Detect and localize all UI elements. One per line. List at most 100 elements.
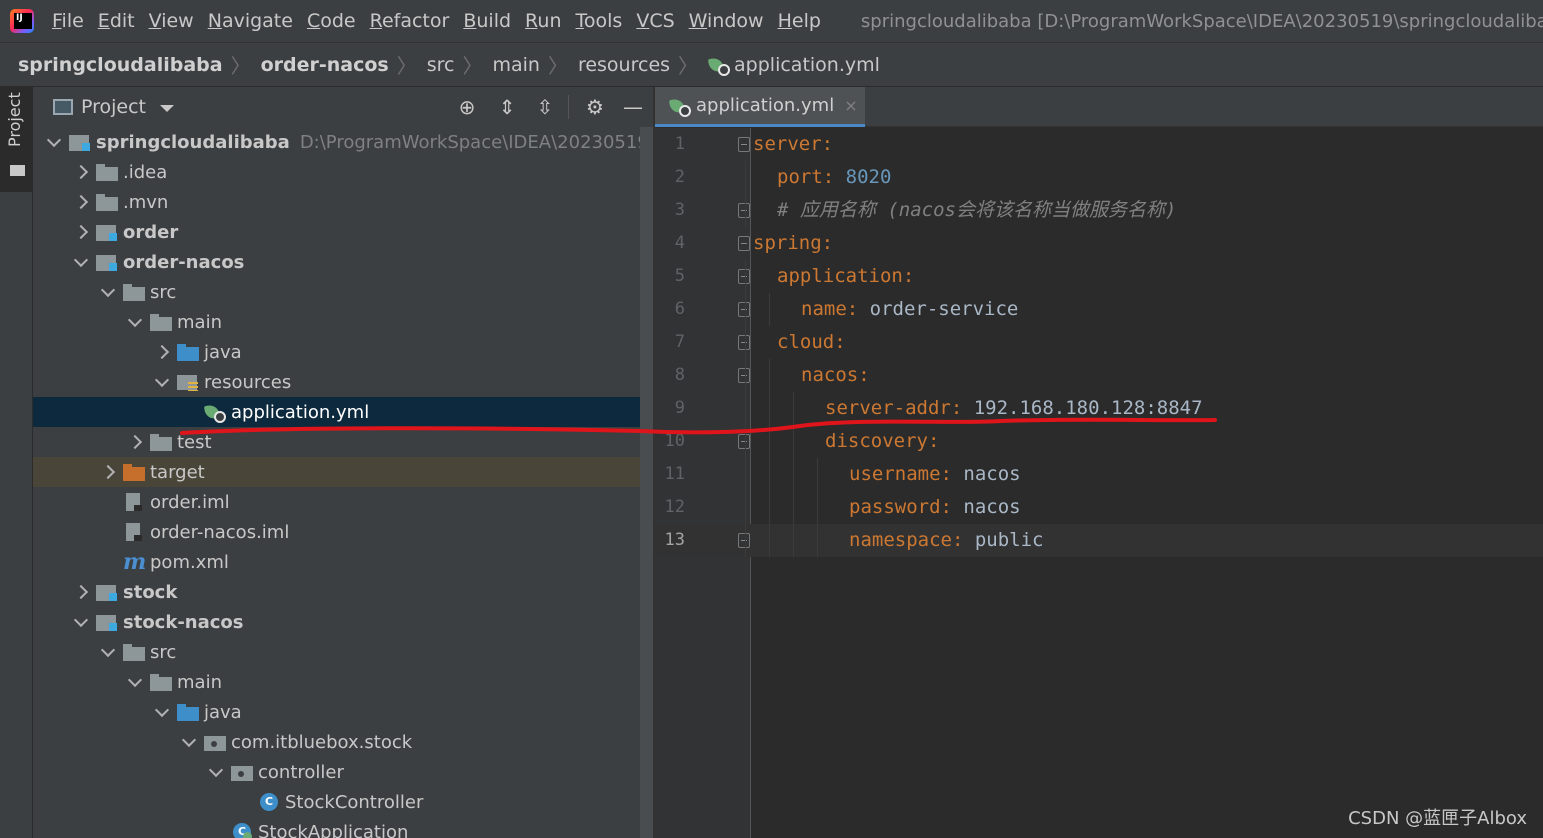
tree-node[interactable]: order.iml (33, 487, 653, 517)
chevron-down-icon[interactable] (101, 637, 115, 667)
panel-scrollbar[interactable] (640, 127, 653, 838)
fold-marker-icon[interactable] (738, 269, 750, 284)
intellij-logo-icon[interactable] (10, 9, 34, 33)
collapse-all-icon[interactable]: ⇳ (533, 95, 557, 119)
chevron-right-icon[interactable] (74, 157, 88, 187)
tree-node[interactable]: controller (33, 757, 653, 787)
tree-node[interactable]: order-nacos (33, 247, 653, 277)
fold-marker-icon[interactable] (738, 533, 750, 548)
code-line[interactable]: 7 cloud: (655, 326, 1543, 359)
chevron-right-icon[interactable] (74, 217, 88, 247)
code-line[interactable]: 12 password: nacos (655, 491, 1543, 524)
menu-help[interactable]: Help (778, 10, 821, 32)
code-line[interactable]: 5 application: (655, 260, 1543, 293)
menu-run[interactable]: Run (525, 10, 561, 32)
editor-tab-application-yml[interactable]: application.yml × (655, 87, 865, 127)
tree-node[interactable]: stock (33, 577, 653, 607)
code-line[interactable]: 3 # 应用名称 (nacos会将该名称当做服务名称) (655, 194, 1543, 227)
tree-node[interactable]: springcloudalibaba D:\ProgramWorkSpace\ID… (33, 127, 653, 157)
tree-node[interactable]: java (33, 337, 653, 367)
menu-tools[interactable]: Tools (576, 10, 623, 32)
tree-node[interactable]: application.yml (33, 397, 653, 427)
locate-file-icon[interactable]: ⊕ (455, 95, 479, 119)
gear-icon[interactable]: ⚙ (583, 95, 607, 119)
menu-navigate[interactable]: Navigate (208, 10, 293, 32)
project-tool-window-button[interactable]: Project (0, 87, 33, 192)
spring-boot-class-icon (231, 823, 253, 838)
menu-refactor[interactable]: Refactor (370, 10, 450, 32)
code-line[interactable]: 9 server-addr: 192.168.180.128:8847 (655, 392, 1543, 425)
code-line[interactable]: 6 name: order-service (655, 293, 1543, 326)
chevron-right-icon[interactable] (74, 577, 88, 607)
code-line[interactable]: 8 nacos: (655, 359, 1543, 392)
fold-marker-icon[interactable] (738, 137, 750, 152)
menu-code[interactable]: Code (307, 10, 356, 32)
chevron-right-icon[interactable] (101, 457, 115, 487)
tree-node[interactable]: resources (33, 367, 653, 397)
tree-node[interactable]: test (33, 427, 653, 457)
menu-vcs[interactable]: VCS (636, 10, 674, 32)
chevron-down-icon[interactable] (47, 127, 61, 157)
menu-build[interactable]: Build (463, 10, 511, 32)
code-line[interactable]: 4 spring: (655, 227, 1543, 260)
project-panel-title[interactable]: Project (81, 96, 146, 118)
fold-marker-icon[interactable] (738, 335, 750, 350)
tree-node[interactable]: .mvn (33, 187, 653, 217)
resources-folder-icon (177, 373, 199, 391)
breadcrumb-project[interactable]: springcloudalibaba (18, 54, 223, 76)
code-area[interactable]: 1 server: 2 port: 8020 3 # 应用名称 (nacos会将该名称当做… (655, 128, 1543, 838)
breadcrumb-file[interactable]: application.yml (734, 54, 880, 76)
chevron-right-icon[interactable] (155, 337, 169, 367)
breadcrumb-module[interactable]: order-nacos (261, 54, 389, 76)
tree-node[interactable]: main (33, 307, 653, 337)
chevron-down-icon[interactable] (182, 727, 196, 757)
fold-marker-icon[interactable] (738, 302, 750, 317)
chevron-right-icon[interactable] (128, 427, 142, 457)
menu-edit[interactable]: Edit (98, 10, 135, 32)
fold-marker-icon[interactable] (738, 368, 750, 383)
chevron-down-icon[interactable] (101, 277, 115, 307)
tree-node[interactable]: .idea (33, 157, 653, 187)
fold-marker-icon[interactable] (738, 236, 750, 251)
code-line[interactable]: 1 server: (655, 128, 1543, 161)
menu-window[interactable]: Window (689, 10, 764, 32)
tree-node[interactable]: order-nacos.iml (33, 517, 653, 547)
chevron-down-icon[interactable] (160, 105, 175, 112)
chevron-down-icon[interactable] (74, 607, 88, 637)
iml-file-icon (123, 493, 145, 511)
expand-all-icon[interactable]: ⇕ (495, 95, 519, 119)
fold-marker-icon[interactable] (738, 203, 750, 218)
tree-node[interactable]: target (33, 457, 653, 487)
tree-node[interactable]: src (33, 277, 653, 307)
chevron-down-icon[interactable] (155, 697, 169, 727)
chevron-down-icon[interactable] (155, 367, 169, 397)
chevron-down-icon[interactable] (128, 307, 142, 337)
tree-node[interactable]: main (33, 667, 653, 697)
tree-node[interactable]: StockController (33, 787, 653, 817)
close-icon[interactable]: × (844, 96, 857, 115)
chevron-right-icon[interactable] (74, 187, 88, 217)
tree-node[interactable]: src (33, 637, 653, 667)
tree-node[interactable]: java (33, 697, 653, 727)
code-line[interactable]: 2 port: 8020 (655, 161, 1543, 194)
chevron-down-icon[interactable] (128, 667, 142, 697)
maven-icon: m (123, 549, 147, 575)
code-line[interactable]: 11 username: nacos (655, 458, 1543, 491)
tree-node[interactable]: order (33, 217, 653, 247)
chevron-down-icon[interactable] (74, 247, 88, 277)
indent-guide (769, 359, 770, 392)
breadcrumb-main[interactable]: main (492, 54, 539, 76)
menu-view[interactable]: View (149, 10, 194, 32)
chevron-down-icon[interactable] (209, 757, 223, 787)
menu-file[interactable]: File (52, 10, 84, 32)
tree-node[interactable]: com.itbluebox.stock (33, 727, 653, 757)
code-line[interactable]: 10 discovery: (655, 425, 1543, 458)
tree-node[interactable]: stock-nacos (33, 607, 653, 637)
hide-panel-icon[interactable]: — (621, 95, 645, 119)
breadcrumb-src[interactable]: src (427, 54, 455, 76)
fold-marker-icon[interactable] (738, 434, 750, 449)
tree-node[interactable]: m pom.xml (33, 547, 653, 577)
breadcrumb-resources[interactable]: resources (578, 54, 670, 76)
code-line[interactable]: 13 namespace: public (655, 524, 1543, 557)
tree-node[interactable]: StockApplication (33, 817, 653, 838)
